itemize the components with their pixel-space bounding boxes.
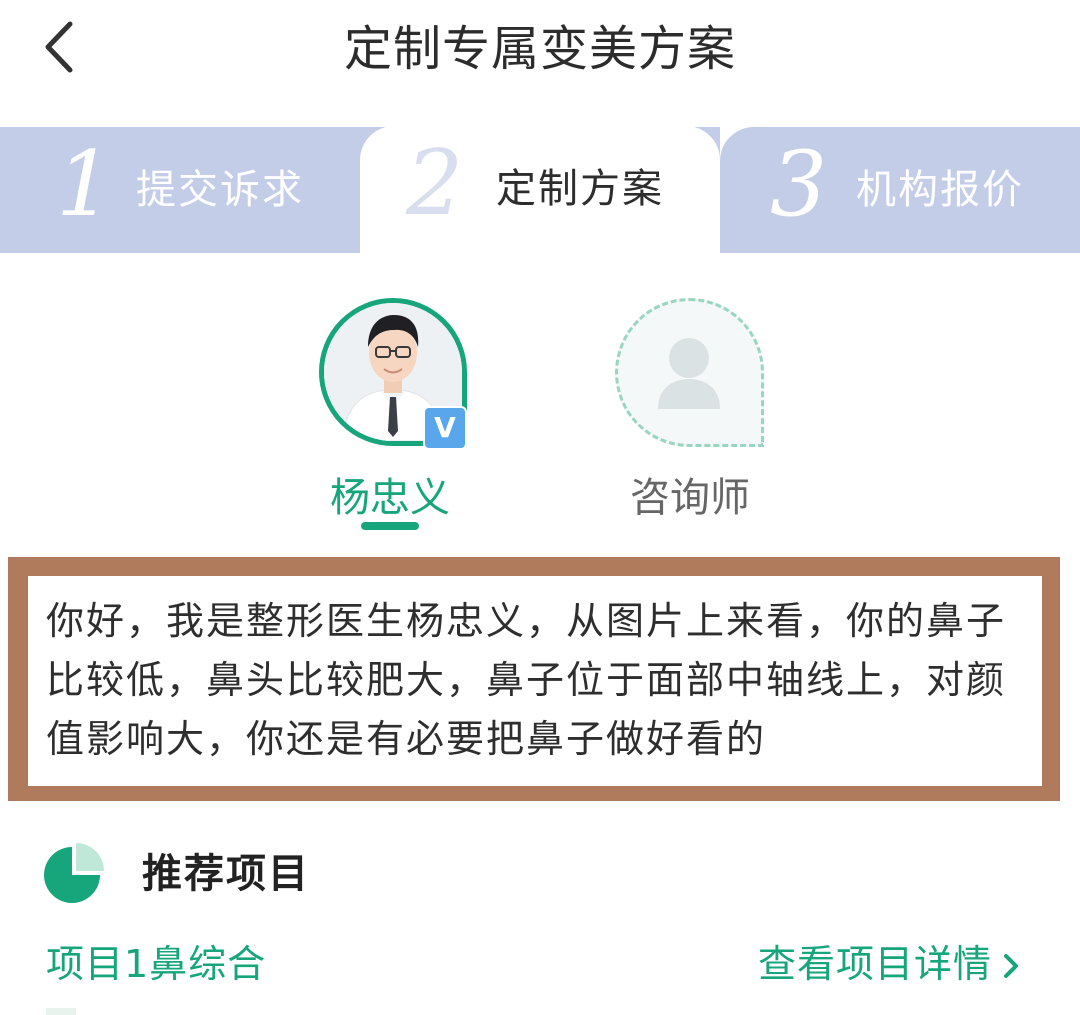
step-number: 2 xyxy=(406,131,464,236)
step-custom-plan[interactable]: 2 定制方案 xyxy=(360,126,720,253)
step-institution-quote[interactable]: 3 机构报价 xyxy=(720,127,1080,253)
consultant-name[interactable]: 咨询师 xyxy=(590,470,790,526)
view-details-label: 查看项目详情 xyxy=(758,942,993,986)
step-label: 机构报价 xyxy=(856,167,1024,213)
step-number: 1 xyxy=(56,132,114,237)
step-number: 3 xyxy=(770,132,828,237)
view-project-details-link[interactable]: 查看项目详情 xyxy=(758,936,1020,992)
user-placeholder-icon xyxy=(658,338,720,409)
doctor-name[interactable]: 杨忠义 xyxy=(290,470,490,526)
consultant-avatar[interactable] xyxy=(615,298,764,447)
project-name: 项目1鼻综合 xyxy=(46,942,267,986)
step-submit-request[interactable]: 1 提交诉求 xyxy=(0,127,360,253)
steps-bar: 1 提交诉求 2 定制方案 3 机构报价 xyxy=(0,126,1080,253)
step-label: 提交诉求 xyxy=(136,167,304,213)
page-title: 定制专属变美方案 xyxy=(343,21,736,77)
section-title: 推荐项目 xyxy=(142,851,310,897)
verified-badge: V xyxy=(423,406,467,450)
next-row-edge xyxy=(46,1008,76,1015)
doctor-message: 你好，我是整形医生杨忠义，从图片上来看，你的鼻子比较低，鼻头比较肥大，鼻子位于面… xyxy=(46,599,1007,761)
pie-chart-icon xyxy=(44,843,104,903)
step-label: 定制方案 xyxy=(496,166,664,212)
selected-underline xyxy=(361,522,419,530)
chevron-right-icon xyxy=(1002,939,1020,995)
